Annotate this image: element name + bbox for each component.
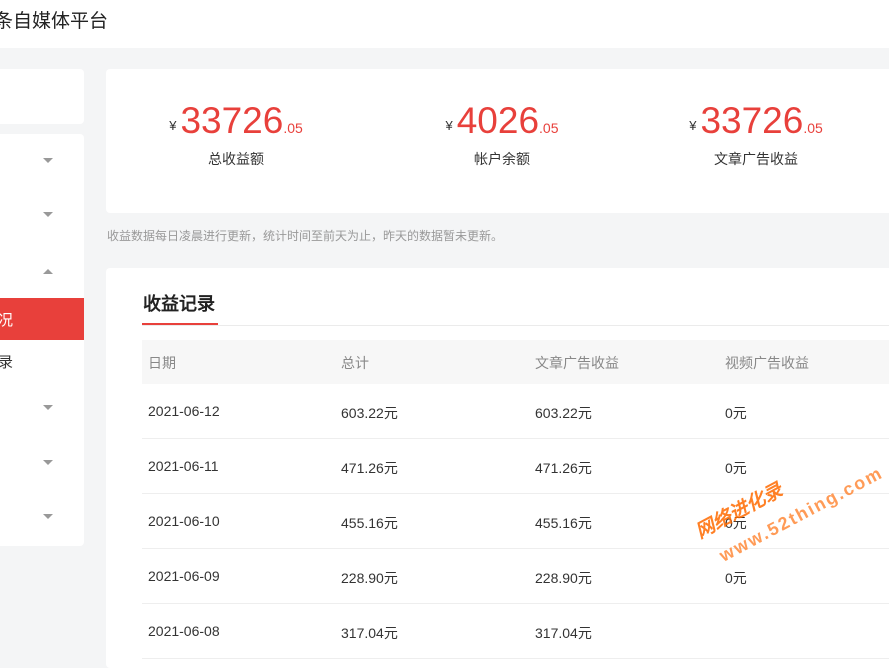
sidebar-item-6[interactable] [0,489,84,543]
chevron-down-icon [43,158,53,163]
cell-article-ad: 455.16元 [535,515,592,531]
cell-total: 603.22元 [341,405,398,421]
cell-total: 317.04元 [341,625,398,641]
cell-article-ad: 603.22元 [535,405,592,421]
cell-date: 2021-06-08 [148,623,220,639]
column-header-video-ad: 视频广告收益 [725,355,809,371]
stat-label: 总收益额 [208,151,264,167]
sidebar-item-1[interactable] [0,134,84,188]
stat-label: 帐户余额 [474,151,530,167]
chevron-down-icon [43,460,53,465]
cell-date: 2021-06-10 [148,513,220,529]
sidebar-item-active[interactable]: 况 [0,298,84,340]
sidebar-top-card [0,69,84,124]
stat-total-earnings: ¥33726.05 总收益额 [106,102,366,169]
cell-total: 228.90元 [341,570,398,586]
sidebar-item-2[interactable] [0,188,84,242]
table-row: 2021-06-08 317.04元 317.04元 [142,604,889,659]
sidebar-nav: 况 录 [0,134,84,546]
stat-article-ad-earnings: ¥33726.05 文章广告收益 [626,102,886,169]
stat-value: ¥33726.05 [689,100,823,141]
cell-total: 455.16元 [341,515,398,531]
stat-value: ¥4026.05 [445,100,559,141]
chevron-down-icon [43,514,53,519]
update-note: 收益数据每日凌晨进行更新，统计时间至前天为止，昨天的数据暂未更新。 [107,229,504,243]
divider [142,325,889,326]
currency-symbol: ¥ [445,118,453,133]
cell-video-ad: 0元 [725,460,747,476]
column-header-total: 总计 [341,355,369,371]
records-tab[interactable]: 收益记录 [143,290,215,316]
cell-date: 2021-06-11 [148,458,219,474]
platform-title: 条自媒体平台 [0,11,109,32]
cell-total: 471.26元 [341,460,398,476]
chevron-down-icon [43,405,53,410]
table-header: 日期 总计 文章广告收益 视频广告收益 [142,340,889,384]
sidebar-item-3[interactable] [0,242,84,296]
cell-article-ad: 317.04元 [535,625,592,641]
column-header-article-ad: 文章广告收益 [535,355,619,371]
sidebar-item-5[interactable] [0,435,84,489]
table-row: 2021-06-12 603.22元 603.22元 0元 [142,384,889,439]
stat-account-balance: ¥4026.05 帐户余额 [372,102,632,169]
currency-symbol: ¥ [689,118,697,133]
cell-video-ad: 0元 [725,405,747,421]
sidebar-item-4[interactable] [0,380,84,434]
sidebar-subitem-label[interactable]: 录 [0,351,13,372]
cell-article-ad: 228.90元 [535,570,592,586]
sidebar-active-label: 况 [0,312,14,329]
top-bar: 条自媒体平台 [0,0,889,48]
chevron-up-icon [43,269,53,274]
table-row: 2021-06-09 228.90元 228.90元 0元 [142,549,889,604]
cell-video-ad: 0元 [725,570,747,586]
cell-article-ad: 471.26元 [535,460,592,476]
column-header-date: 日期 [148,355,176,371]
cell-date: 2021-06-09 [148,568,220,584]
stat-label: 文章广告收益 [714,151,798,167]
currency-symbol: ¥ [169,118,177,133]
earnings-records: 收益记录 日期 总计 文章广告收益 视频广告收益 2021-06-12 603.… [106,268,889,668]
earnings-summary: ¥33726.05 总收益额 ¥4026.05 帐户余额 ¥33726.05 文… [106,69,889,213]
cell-date: 2021-06-12 [148,403,220,419]
stat-value: ¥33726.05 [169,100,303,141]
chevron-down-icon [43,212,53,217]
